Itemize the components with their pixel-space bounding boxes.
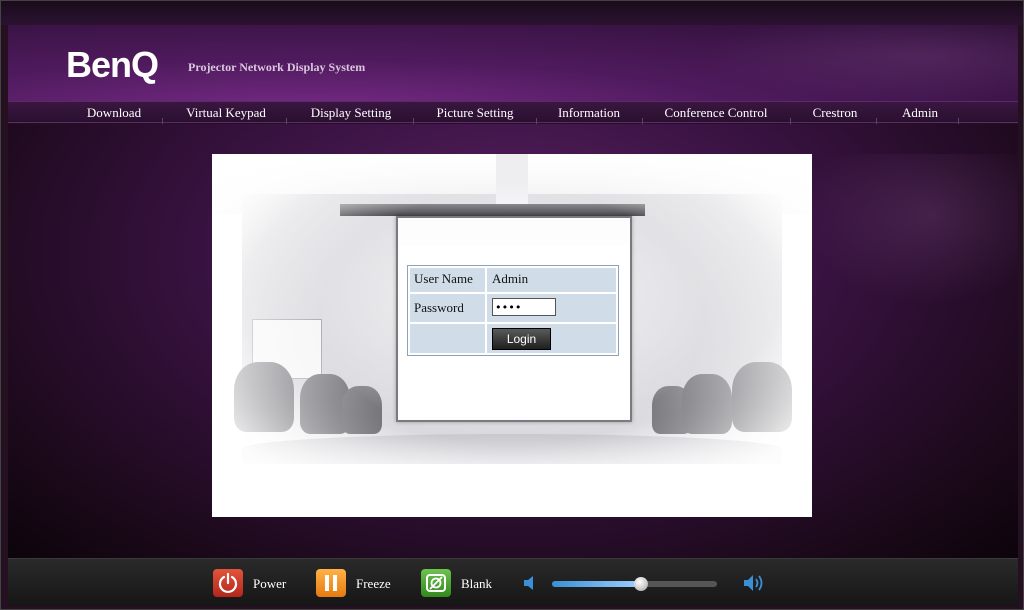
control-bar: Power Freeze Blank [8,558,1018,606]
username-value: Admin [487,268,616,292]
top-strip [1,1,1023,25]
nav-picture-setting[interactable]: Picture Setting [437,104,514,122]
speaker-low-icon[interactable] [522,574,538,592]
volume-thumb[interactable] [634,577,649,591]
nav-download[interactable]: Download [87,104,141,122]
nav-display-setting[interactable]: Display Setting [311,104,392,122]
nav-crestron[interactable]: Crestron [813,104,858,122]
speaker-high-icon[interactable] [742,572,768,594]
site-subtitle: Projector Network Display System [188,60,366,74]
password-label: Password [410,294,485,322]
browser-frame: BenQ Projector Network Display System Do… [0,0,1024,610]
username-label: User Name [410,268,485,292]
main-nav: Download Virtual Keypad Display Setting … [8,101,1018,124]
password-input[interactable] [492,298,556,316]
login-form: User Name Admin Password Login [407,265,619,356]
blank-label[interactable]: Blank [461,577,492,591]
empty-cell [410,324,485,353]
power-glyph [218,572,238,594]
nav-virtual-keypad[interactable]: Virtual Keypad [186,104,266,122]
login-panel: User Name Admin Password Login [400,245,629,417]
nav-information[interactable]: Information [558,104,620,122]
blank-glyph [426,574,446,592]
volume-fill [552,581,642,587]
header-decoration [698,25,1018,101]
nav-conference-control[interactable]: Conference Control [665,104,768,122]
speaker-high-glyph [744,575,763,591]
power-label[interactable]: Power [253,577,286,591]
speaker-low-glyph [524,576,533,590]
power-icon[interactable] [213,569,243,597]
content-decoration [798,154,1018,304]
header: BenQ Projector Network Display System [8,25,1018,101]
pause-icon[interactable] [316,569,346,597]
benq-logo: BenQ [66,44,159,85]
freeze-label[interactable]: Freeze [356,577,391,591]
nav-admin[interactable]: Admin [902,104,938,122]
volume-slider[interactable] [552,577,717,591]
blank-screen-icon[interactable] [421,569,451,597]
login-button[interactable]: Login [492,328,551,350]
pause-glyph [325,575,337,591]
